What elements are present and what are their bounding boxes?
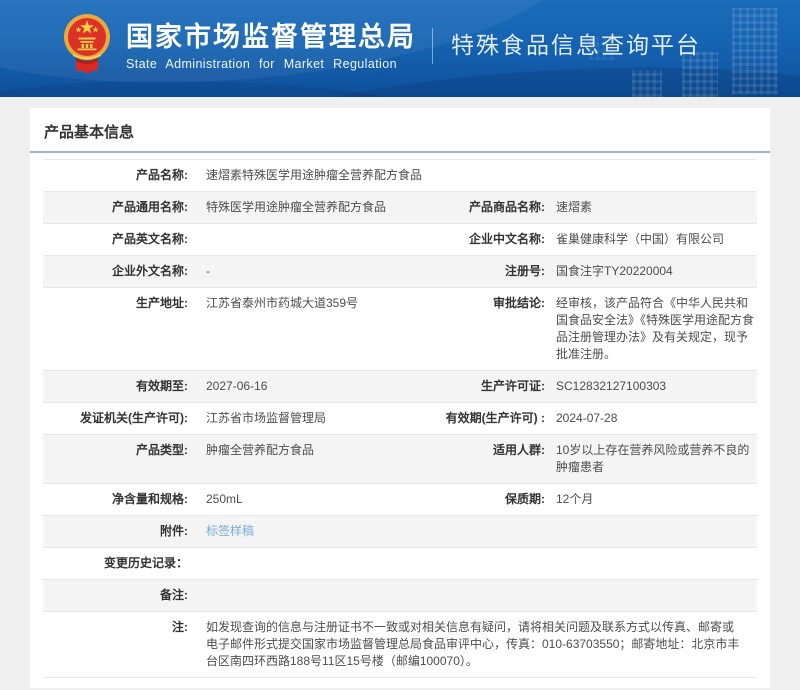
field-value: 2024-07-28 (556, 411, 618, 425)
field-value: 肿瘤全营养配方食品 (206, 443, 315, 457)
banner-pixel-building-decoration (732, 8, 778, 94)
table-row: 产品类型: 肿瘤全营养配方食品 适用人群: 10岁以上存在营养风险或营养不良的肿瘤患者 (43, 435, 757, 484)
field-label: 产品名称: (136, 168, 188, 182)
table-row: 产品名称: 速熠素特殊医学用途肿瘤全营养配方食品 (43, 160, 757, 192)
table-row: 有效期至: 2027-06-16 生产许可证: SC12832127100303 (43, 371, 757, 403)
field-value: - (206, 264, 210, 278)
table-row: 净含量和规格: 250mL 保质期: 12个月 (43, 484, 757, 516)
field-label: 注册号: (505, 264, 545, 278)
table-row: 附件: 标签样稿 (43, 516, 757, 548)
field-value: 12个月 (556, 492, 594, 506)
field-value: 250mL (206, 492, 243, 506)
table-row: 产品通用名称: 特殊医学用途肿瘤全营养配方食品 产品商品名称: 速熠素 (43, 192, 757, 224)
field-label: 附件: (160, 524, 188, 538)
table-row: 注: 如发现查询的信息与注册证书不一致或对相关信息有疑问，请将相关问题及联系方式以… (43, 612, 757, 678)
table-row: 变更历史记录： (43, 548, 757, 580)
field-value (188, 555, 757, 572)
field-value: 10岁以上存在营养风险或营养不良的肿瘤患者 (556, 443, 750, 474)
field-value: 标签样稿 (188, 523, 757, 540)
field-value: 特殊医学用途肿瘤全营养配方食品 (206, 200, 387, 214)
field-label: 产品通用名称: (112, 200, 188, 214)
field-label: 有效期(生产许可) : (445, 411, 545, 425)
section-title: 产品基本信息 (44, 124, 135, 141)
field-label: 审批结论: (493, 296, 545, 310)
field-label: 生产地址: (136, 296, 188, 310)
site-header-banner: 国家市场监督管理总局 State Administration for Mark… (0, 0, 800, 97)
field-label: 注: (172, 620, 188, 634)
field-label: 有效期至: (136, 379, 188, 393)
field-value: 江苏省市场监督管理局 (206, 411, 327, 425)
field-label: 备注: (160, 588, 188, 602)
field-value: 雀巢健康科学（中国）有限公司 (556, 232, 725, 246)
org-name-chinese: 国家市场监督管理总局 (126, 21, 416, 52)
field-value (188, 231, 400, 248)
field-label: 企业外文名称: (112, 264, 188, 278)
field-label: 产品英文名称: (112, 232, 188, 246)
field-label: 净含量和规格: (112, 492, 188, 506)
field-label: 变更历史记录： (103, 556, 188, 570)
field-value: 速熠素特殊医学用途肿瘤全营养配方食品 (206, 168, 423, 182)
platform-name: 特殊食品信息查询平台 (451, 32, 701, 58)
china-national-emblem-icon (64, 14, 110, 74)
table-row: 企业外文名称: - 注册号: 国食注字TY20220004 (43, 256, 757, 288)
field-value: 速熠素 (556, 200, 593, 214)
field-label: 适用人群: (493, 443, 545, 457)
info-table: 产品名称: 速熠素特殊医学用途肿瘤全营养配方食品 产品通用名称: 特殊医学用途肿瘤全营… (43, 159, 757, 678)
field-label: 企业中文名称: (469, 232, 545, 246)
site-brand: 国家市场监督管理总局 State Administration for Mark… (62, 13, 701, 79)
field-value: 国食注字TY20220004 (556, 264, 673, 278)
header-divider (432, 28, 433, 64)
table-row: 发证机关(生产许可): 江苏省市场监督管理局 有效期(生产许可) : 2024-07-… (43, 403, 757, 435)
field-value (188, 587, 757, 604)
field-label: 产品类型: (136, 443, 188, 457)
field-label: 生产许可证: (481, 379, 545, 393)
field-label: 产品商品名称: (469, 200, 545, 214)
field-label: 保质期: (505, 492, 545, 506)
product-info-card: 产品基本信息 产品名称: 速熠素特殊医学用途肿瘤全营养配方食品 产品通用名称: 特殊医… (30, 108, 770, 688)
table-row: 备注: (43, 580, 757, 612)
org-titles: 国家市场监督管理总局 State Administration for Mark… (126, 22, 416, 71)
field-value: SC12832127100303 (556, 379, 667, 393)
attachment-link[interactable]: 标签样稿 (206, 524, 254, 538)
field-value: 经审核，该产品符合《中华人民共和国食品安全法》《特殊医学用途配方食品注册管理办法… (556, 296, 755, 361)
field-value: 2027-06-16 (206, 379, 268, 393)
field-value: 如发现查询的信息与注册证书不一致或对相关信息有疑问，请将相关问题及联系方式以传真… (206, 620, 740, 668)
table-row: 产品英文名称: 企业中文名称: 雀巢健康科学（中国）有限公司 (43, 224, 757, 256)
section-title-accent-line (30, 151, 770, 153)
org-name-english: State Administration for Market Regulati… (126, 56, 397, 71)
field-value: 江苏省泰州市药城大道359号 (206, 296, 359, 310)
table-row: 生产地址: 江苏省泰州市药城大道359号 审批结论: 经审核，该产品符合《中华人民共和… (43, 288, 757, 371)
field-label: 发证机关(生产许可): (80, 411, 188, 425)
